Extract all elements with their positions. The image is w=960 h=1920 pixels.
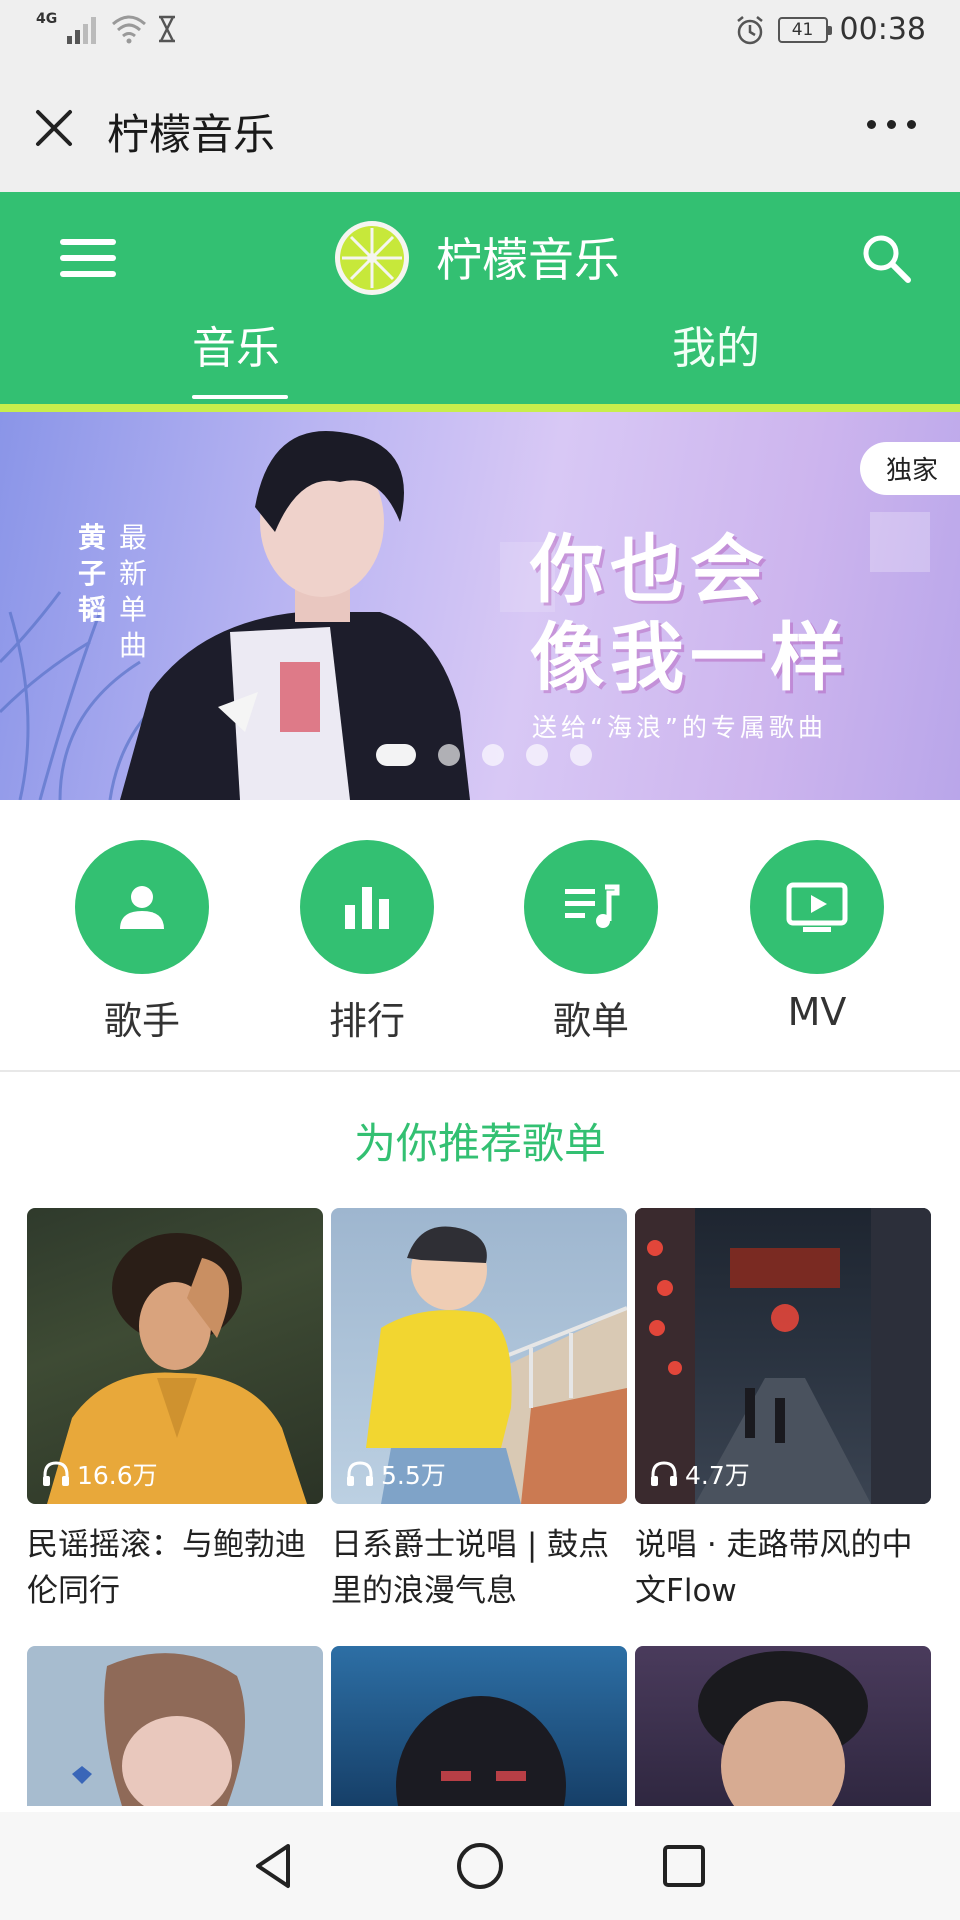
tab-mine[interactable]: 我的 <box>672 312 760 376</box>
person-icon <box>120 886 164 929</box>
search-icon[interactable] <box>858 230 914 286</box>
cover-art <box>72 1653 245 1806</box>
lemon-logo-icon <box>335 221 409 295</box>
playlist-title[interactable]: 说唱 · 走路带风的中文Flow <box>635 1522 935 1614</box>
cover-art <box>698 1651 868 1806</box>
play-count: 16.6万 <box>41 1456 158 1492</box>
home-circle-icon[interactable] <box>454 1840 506 1892</box>
playlist-card[interactable]: 4.7万 说唱 · 走路带风的中文Flow <box>635 1208 931 1614</box>
playlist-cover[interactable]: 4.7万 <box>635 1208 931 1504</box>
status-bar: 4G 41 00:38 <box>0 0 960 64</box>
brand-name: 柠檬音乐 <box>436 233 620 287</box>
carousel-dot[interactable] <box>570 744 592 766</box>
recommend-section-title: 为你推荐歌单 <box>353 1119 606 1168</box>
playlist-title[interactable]: 日系爵士说唱 | 鼓点里的浪漫气息 <box>331 1522 631 1614</box>
mini-program-titlebar: 柠檬音乐 <box>0 64 960 192</box>
carousel-dot[interactable] <box>526 744 548 766</box>
play-count: 5.5万 <box>345 1456 446 1492</box>
signal-icon <box>67 17 97 44</box>
system-nav-bar <box>0 1812 960 1920</box>
carousel-dot[interactable] <box>438 744 460 766</box>
recents-square-icon[interactable] <box>658 1840 710 1892</box>
category-label: MV <box>787 990 847 1034</box>
network-type: 4G <box>36 11 58 27</box>
playlist-card[interactable]: 5.5万 日系爵士说唱 | 鼓点里的浪漫气息 <box>331 1208 627 1614</box>
exclusive-badge: 独家 <box>859 442 960 495</box>
carousel-dots[interactable] <box>376 744 592 766</box>
battery-level: 41 <box>791 19 814 40</box>
menu-icon[interactable] <box>60 235 116 281</box>
headphones-icon <box>651 1461 677 1486</box>
header-accent-line <box>0 404 960 412</box>
playlist-title[interactable]: 民谣摇滚：与鲍勃迪伦同行 <box>27 1522 327 1614</box>
promo-banner[interactable]: 独家 黄子韬 最新单曲 你也会 像我一样 送给“海浪”的专属歌曲 <box>0 412 960 800</box>
playlist-card[interactable]: 16.6万 民谣摇滚：与鲍勃迪伦同行 <box>27 1208 323 1614</box>
cover-art <box>396 1696 566 1806</box>
category-chart[interactable]: 排行 <box>287 840 447 1045</box>
banner-artist: 黄子韬 <box>77 521 106 626</box>
banner-subline: 送给“海浪”的专属歌曲 <box>532 713 827 742</box>
playlist-cover[interactable] <box>331 1646 627 1806</box>
carousel-dot[interactable] <box>482 744 504 766</box>
category-label: 歌手 <box>103 999 180 1043</box>
category-mv[interactable]: MV <box>737 840 897 1034</box>
clock: 00:38 <box>839 12 926 47</box>
bar-chart-icon <box>345 887 389 929</box>
carousel-dot[interactable] <box>376 744 416 766</box>
wifi-icon <box>112 15 147 44</box>
battery-icon: 41 <box>777 16 832 43</box>
category-row: 歌手 排行 歌单 MV <box>0 800 960 1072</box>
banner-tagline: 最新单曲 <box>118 521 147 662</box>
play-count-value: 16.6万 <box>77 1461 158 1490</box>
app-title: 柠檬音乐 <box>107 110 276 159</box>
category-singer[interactable]: 歌手 <box>62 840 222 1045</box>
more-icon[interactable] <box>867 120 916 129</box>
tab-music[interactable]: 音乐 <box>192 312 280 376</box>
back-triangle-icon[interactable] <box>248 1840 300 1892</box>
playlist-cover[interactable] <box>635 1646 931 1806</box>
headphones-icon <box>347 1461 373 1486</box>
playlist-cover[interactable]: 16.6万 <box>27 1208 323 1504</box>
app-header: 柠檬音乐 音乐 我的 <box>0 192 960 404</box>
play-count: 4.7万 <box>649 1456 750 1492</box>
category-label: 歌单 <box>552 999 629 1043</box>
playlist-cover[interactable]: 5.5万 <box>331 1208 627 1504</box>
active-tab-indicator <box>192 395 288 399</box>
tv-play-icon <box>786 882 848 932</box>
headphones-icon <box>43 1461 69 1486</box>
playlist-icon <box>565 884 620 928</box>
playlist-cover[interactable] <box>27 1646 323 1806</box>
close-icon[interactable] <box>30 104 78 152</box>
play-count-value: 5.5万 <box>381 1461 446 1490</box>
banner-headline-2: 像我一样 <box>530 615 850 701</box>
play-count-value: 4.7万 <box>685 1461 750 1490</box>
category-label: 排行 <box>328 999 405 1043</box>
hourglass-icon <box>159 15 176 43</box>
category-playlist[interactable]: 歌单 <box>511 840 671 1045</box>
alarm-icon <box>736 15 763 44</box>
